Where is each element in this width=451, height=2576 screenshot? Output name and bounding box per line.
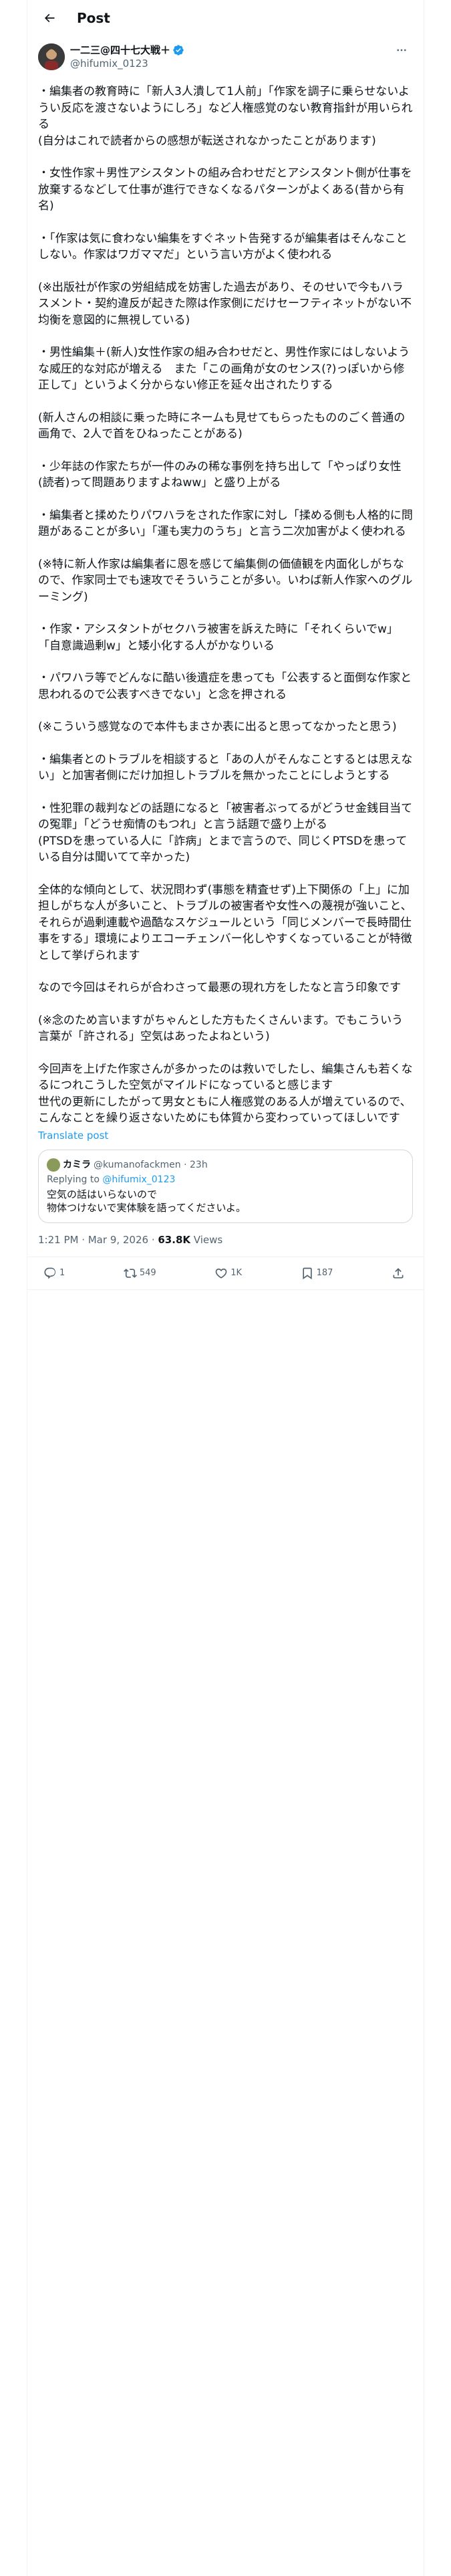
share-button[interactable] (392, 1267, 408, 1280)
author-row: 一二三@四十七大戦＋ @hifumix_0123 (27, 35, 424, 70)
repost-icon (123, 1268, 137, 1278)
author-handle[interactable]: @hifumix_0123 (70, 57, 390, 70)
post-paragraph: (※出版社が作家の労組結成を妨害した過去があり、そのせいで今もハラスメント・契約… (38, 280, 412, 327)
main-column: Post 一二三@四十七大戦＋ @hifumix_0123 ・編集者の教育時に「… (27, 0, 424, 2576)
arrow-left-icon (44, 13, 55, 22)
post-paragraph: ・編集者と揉めたりパワハラをされた作家に対し「揉める側も人格的に問題があることが… (38, 508, 413, 539)
post-paragraph: 今回声を上げた作家さんが多かったのは救いでしたし、編集さんも若くなるにつれこうし… (38, 1062, 413, 1125)
top-bar: Post (27, 0, 424, 35)
quoted-reply-card[interactable]: カミラ @kumanofackmen · 23h Replying to @hi… (38, 1149, 413, 1223)
page-title: Post (77, 9, 110, 26)
bookmark-icon (302, 1267, 312, 1279)
heart-icon (215, 1268, 227, 1279)
action-bar: 1 549 1K 187 (27, 1257, 424, 1290)
reply-button[interactable]: 1 (43, 1267, 65, 1280)
translate-post-link[interactable]: Translate post (27, 1127, 424, 1142)
share-icon (393, 1267, 404, 1278)
quote-text: 空気の話はいらないので 物体つけないで実体験を語ってくださいよ。 (47, 1188, 247, 1214)
quote-time: 23h (190, 1159, 208, 1170)
post-paragraph: ・作家・アシスタントがセクハラ被害を訴えた時に「それくらいでw」「自意識過剰w」… (38, 623, 398, 653)
more-options-button[interactable] (390, 43, 413, 57)
author-names: 一二三@四十七大戦＋ @hifumix_0123 (70, 43, 390, 70)
avatar-image (38, 43, 65, 70)
post-paragraph: 全体的な傾向として、状況問わず(事態を精査せず)上下関係の「上」に加担しがちな人… (38, 883, 412, 962)
post-paragraph: なので今回はそれらが合わさって最悪の現れ方をしたなと言う印象です (38, 981, 402, 994)
back-button[interactable] (38, 7, 61, 29)
repost-count: 549 (139, 1268, 156, 1278)
post-paragraph: (新人さんの相談に乗った時にネームも見せてもらったもののごく普通の画角で、2人で… (38, 411, 406, 441)
like-button[interactable]: 1K (214, 1267, 242, 1280)
bookmark-button[interactable]: 187 (301, 1267, 333, 1280)
post-paragraph: (※こういう感覚なので本件もまさか表に出ると思ってなかったと思う) (38, 720, 397, 734)
post-paragraph: ・男性編集＋(新人)女性作家の組み合わせだと、男性作家にはしないような威圧的な対… (38, 346, 410, 392)
quote-display-name: カミラ (63, 1159, 91, 1170)
post-text: ・編集者の教育時に「新人3人潰して1人前」「作家を調子に乗らせないようい反応を渡… (27, 70, 424, 1127)
post-paragraph: ・「作家は気に食わない編集をすぐネット告発するが編集者はそんなことしない。作家は… (38, 231, 408, 262)
reply-count: 1 (59, 1268, 65, 1278)
post-meta: 1:21 PM · Mar 9, 2026 · 63.8K Views (27, 1223, 424, 1257)
post-timestamp[interactable]: 1:21 PM · Mar 9, 2026 · (38, 1234, 158, 1246)
post-paragraph: (※念のため言いますがちゃんとした方もたくさんいます。でもこういう言葉が「許され… (38, 1013, 404, 1044)
quote-avatar (47, 1158, 60, 1172)
post-paragraph: ・編集者とのトラブルを相談すると「あの人がそんなことするとは思えない」と加害者側… (38, 752, 413, 783)
more-horizontal-icon (397, 49, 406, 51)
post-paragraph: ・パワハラ等でどんなに酷い後遺症を患っても「公表すると面倒な作家と思われるので公… (38, 671, 412, 702)
reply-icon (44, 1267, 56, 1279)
post-paragraph: ・少年誌の作家たちが一件のみの稀な事例を持ち出して「やっぱり女性(読者)って問題… (38, 459, 402, 490)
quote-handle: @kumanofackmen (94, 1159, 181, 1170)
avatar[interactable] (38, 43, 65, 70)
verified-badge-icon (172, 44, 184, 56)
post-paragraph: ・編集者の教育時に「新人3人潰して1人前」「作家を調子に乗らせないようい反応を渡… (38, 85, 413, 148)
author-display-name[interactable]: 一二三@四十七大戦＋ (70, 43, 170, 57)
quote-replying-handle[interactable]: @hifumix_0123 (102, 1174, 175, 1185)
bookmark-count: 187 (316, 1268, 333, 1278)
views-label: Views (190, 1233, 223, 1246)
post-paragraph: (※特に新人作家は編集者に恩を感じて編集側の価値観を内面化しがちなので、作家同士… (38, 557, 413, 604)
like-count: 1K (231, 1268, 243, 1278)
post-paragraph: ・性犯罪の裁判などの話題になると「被害者ぶってるがどうせ金銭目当ての冤罪」「どう… (38, 801, 413, 865)
quote-replying-to: Replying to @hifumix_0123 (47, 1174, 176, 1185)
post-paragraph: ・女性作家＋男性アシスタントの組み合わせだとアシスタント側が仕事を放棄するなどし… (38, 167, 412, 213)
views-count: 63.8K (158, 1233, 191, 1246)
repost-button[interactable]: 549 (123, 1267, 156, 1280)
